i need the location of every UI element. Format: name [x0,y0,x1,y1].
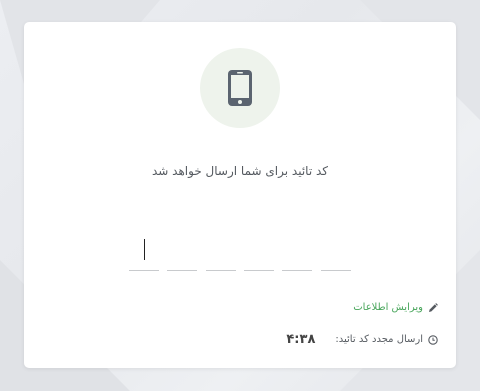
edit-info-label: ویرایش اطلاعات [353,302,423,313]
mobile-phone-icon [228,70,252,106]
edit-info-link[interactable]: ویرایش اطلاعات [353,302,438,313]
resend-countdown-timer: ۴:۳۸ [286,332,316,347]
pencil-icon [429,302,438,312]
verification-card: کد تائید برای شما ارسال خواهد شد ویرایش … [24,22,456,368]
otp-digit-input[interactable] [244,238,274,271]
otp-digit-input[interactable] [282,238,312,271]
phone-icon-badge [200,48,280,128]
text-cursor [144,239,145,260]
clock-icon [428,334,438,345]
resend-code-row: ارسال مجدد کد تائید: ۴:۳۸ [286,332,438,347]
otp-digit-input[interactable] [167,238,197,271]
resend-code-label: ارسال مجدد کد تائید: [335,334,423,345]
otp-digit-input[interactable] [321,238,351,271]
otp-digit-input[interactable] [206,238,236,271]
otp-input-group [129,238,353,271]
verification-message: کد تائید برای شما ارسال خواهد شد [152,164,328,178]
